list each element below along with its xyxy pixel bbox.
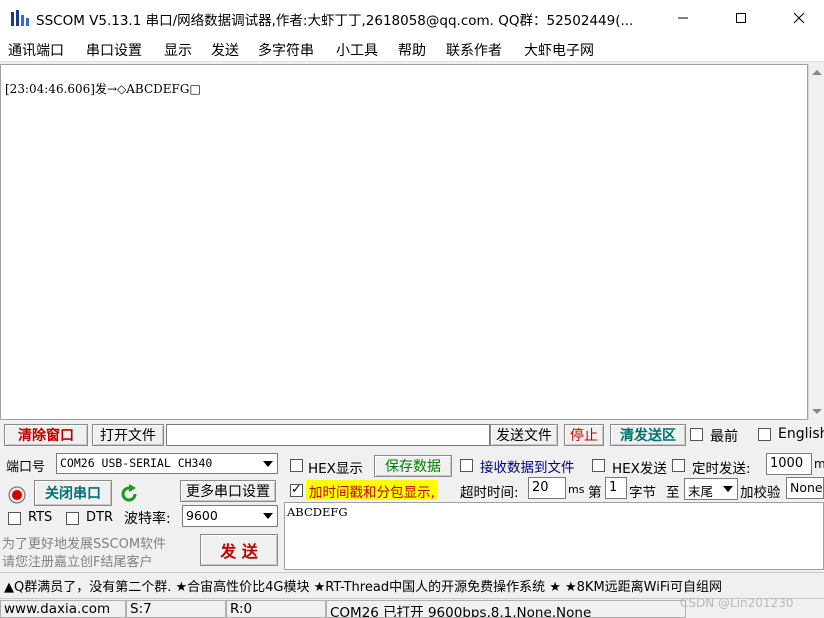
add-timestamp-label: 加时间戳和分包显示,: [306, 480, 438, 501]
timeout-label: 超时时间:: [460, 485, 519, 501]
timed-interval-input[interactable]: 1000: [766, 453, 812, 475]
menu-comm-port[interactable]: 通讯端口: [8, 40, 64, 60]
receive-scrollbar[interactable]: [808, 64, 824, 420]
hex-send-checkbox[interactable]: [592, 459, 605, 472]
receive-log-line: [23:04:46.606]发→◇ABCDEFG□: [5, 82, 201, 96]
baud-rate-value: 9600: [186, 508, 218, 523]
minimize-button[interactable]: [660, 0, 706, 36]
to-label: 至: [666, 485, 680, 501]
baud-label: 波特率:: [124, 511, 171, 527]
chevron-down-icon[interactable]: [259, 454, 277, 473]
byte-start-input[interactable]: 1: [605, 477, 627, 499]
status-received-count: R:0: [226, 600, 326, 618]
status-website[interactable]: www.daxia.com: [0, 600, 126, 618]
maximize-button[interactable]: [718, 0, 764, 36]
stop-button[interactable]: 停止: [564, 424, 604, 446]
menu-serial-settings[interactable]: 串口设置: [86, 40, 142, 60]
close-icon: [793, 12, 805, 24]
send-button[interactable]: 发 送: [200, 534, 278, 566]
sscom-app-icon: [11, 10, 29, 26]
promo-line-2: 请您注册嘉立创F结尾客户: [2, 555, 153, 570]
menu-help[interactable]: 帮助: [398, 40, 426, 60]
promo-line-1: 为了更好地发展SSCOM软件: [2, 537, 167, 552]
dtr-label: DTR: [86, 510, 113, 525]
send-text: ABCDEFG: [287, 505, 348, 519]
receive-textarea[interactable]: [23:04:46.606]发→◇ABCDEFG□: [0, 64, 808, 420]
hex-display-label: HEX显示: [308, 461, 363, 477]
timeout-input[interactable]: 20: [528, 477, 566, 499]
timeout-unit-label: ms: [568, 483, 585, 496]
send-textarea[interactable]: ABCDEFG: [284, 502, 824, 570]
rts-checkbox[interactable]: [8, 512, 21, 525]
file-path-input[interactable]: [166, 424, 490, 446]
port-label: 端口号: [6, 460, 46, 475]
minimize-icon: [678, 17, 688, 19]
clear-send-button[interactable]: 清发送区: [610, 424, 686, 446]
rts-label: RTS: [28, 510, 53, 525]
more-serial-settings-button[interactable]: 更多串口设置: [180, 480, 276, 502]
save-data-button[interactable]: 保存数据: [374, 455, 452, 477]
scroll-up-icon[interactable]: [812, 70, 822, 75]
menu-tools[interactable]: 小工具: [336, 40, 378, 60]
timed-send-checkbox[interactable]: [672, 459, 685, 472]
news-ticker[interactable]: ▲Q群满员了，没有第二个群. ★合宙高性价比4G模块 ★RT-Thread中国人…: [0, 572, 824, 596]
port-status-led-icon: [8, 486, 26, 504]
close-port-button[interactable]: 关闭串口: [34, 480, 112, 506]
port-select[interactable]: COM26 USB-SERIAL CH340: [56, 453, 278, 474]
baud-rate-select[interactable]: 9600: [182, 505, 278, 527]
english-checkbox[interactable]: [758, 428, 771, 441]
close-button[interactable]: [776, 0, 822, 36]
status-port-info: COM26 已打开 9600bps,8,1,None,None: [326, 600, 686, 618]
maximize-icon: [736, 13, 746, 23]
recv-to-file-label: 接收数据到文件: [480, 460, 575, 476]
menu-contact-author[interactable]: 联系作者: [446, 40, 502, 60]
clear-window-button[interactable]: 清除窗口: [4, 424, 88, 446]
add-timestamp-checkbox[interactable]: [290, 482, 303, 497]
recv-to-file-checkbox[interactable]: [460, 459, 473, 472]
open-file-button[interactable]: 打开文件: [92, 424, 164, 446]
nth-label: 第: [588, 485, 602, 501]
title-bar: SSCOM V5.13.1 串口/网络数据调试器,作者:大虾丁丁,2618058…: [0, 0, 824, 36]
english-label: English: [778, 426, 824, 442]
checksum-label: 加校验: [740, 485, 781, 501]
menu-bar: 通讯端口 串口设置 显示 发送 多字符串 小工具 帮助 联系作者 大虾电子网: [0, 36, 824, 62]
byte-label: 字节: [629, 485, 656, 501]
topmost-checkbox[interactable]: [690, 428, 703, 441]
dtr-checkbox[interactable]: [66, 512, 79, 525]
menu-send[interactable]: 发送: [211, 40, 239, 60]
chevron-down-icon[interactable]: [259, 506, 277, 526]
hex-display-checkbox[interactable]: [290, 459, 303, 472]
refresh-icon[interactable]: [118, 483, 140, 505]
byte-end-select[interactable]: 末尾: [684, 478, 738, 500]
ticker-text: ▲Q群满员了，没有第二个群. ★合宙高性价比4G模块 ★RT-Thread中国人…: [4, 580, 722, 595]
scroll-down-icon[interactable]: [812, 409, 822, 414]
checksum-select[interactable]: None: [786, 477, 824, 499]
chevron-down-icon[interactable]: [719, 479, 737, 499]
hex-send-label: HEX发送: [612, 461, 667, 477]
timed-send-label: 定时发送:: [692, 461, 751, 477]
menu-multi-string[interactable]: 多字符串: [258, 40, 314, 60]
send-file-button[interactable]: 发送文件: [490, 424, 558, 446]
byte-end-value: 末尾: [688, 484, 714, 499]
menu-daxia-site[interactable]: 大虾电子网: [524, 40, 594, 60]
window-title: SSCOM V5.13.1 串口/网络数据调试器,作者:大虾丁丁,2618058…: [36, 13, 634, 29]
csdn-watermark: CSDN @Lin201230: [680, 596, 794, 610]
topmost-label: 最前: [710, 429, 738, 445]
status-sent-count: S:7: [126, 600, 226, 618]
port-select-value: COM26 USB-SERIAL CH340: [60, 456, 213, 470]
menu-display[interactable]: 显示: [164, 40, 192, 60]
timed-unit-label: m: [814, 457, 824, 471]
